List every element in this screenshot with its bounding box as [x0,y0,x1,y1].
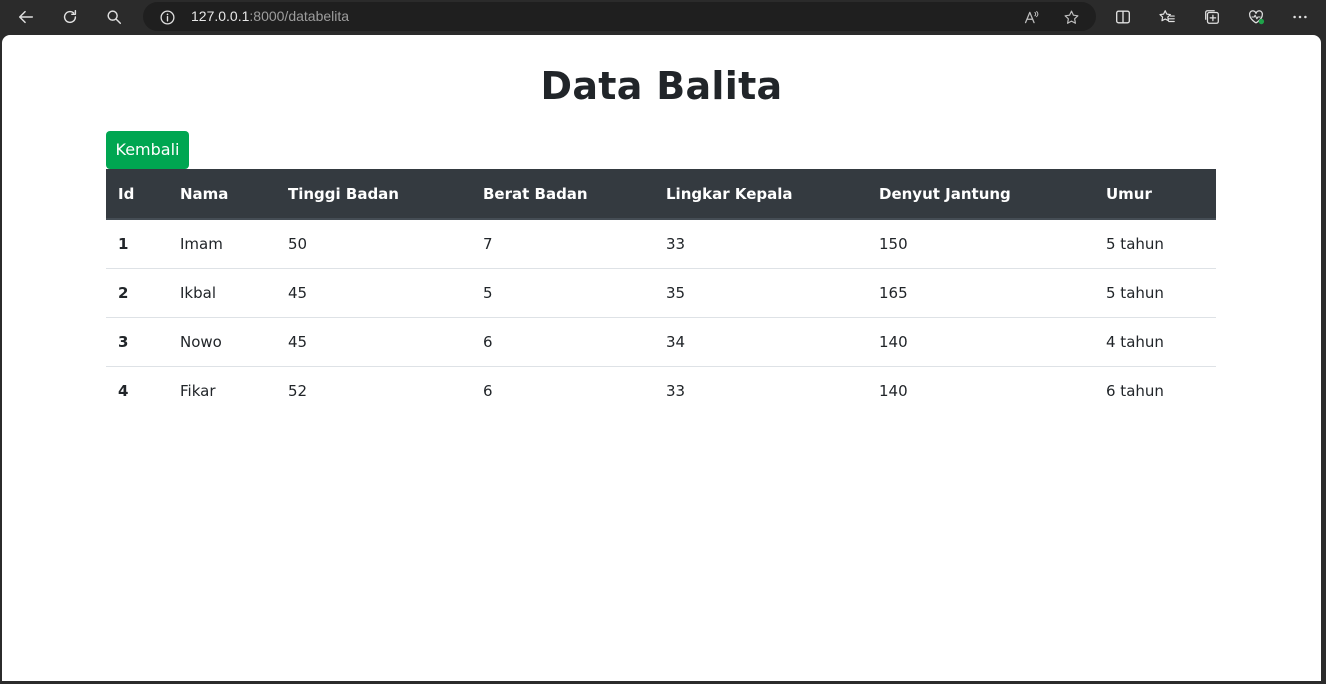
cell-denyut-jantung: 140 [867,317,1094,367]
cell-nama: Nowo [168,317,276,367]
back-button[interactable]: Kembali [106,131,189,169]
cell-denyut-jantung: 150 [867,219,1094,269]
favorite-star-icon[interactable] [1060,6,1082,28]
address-bar[interactable]: 127.0.0.1:8000/databelita [143,2,1096,31]
refresh-icon[interactable] [56,3,84,31]
cell-nama: Fikar [180,381,216,400]
cell-berat-badan: 5 [471,268,654,318]
header-denyut-jantung: Denyut Jantung [867,169,1094,220]
cell-lingkar-kepala: 35 [654,268,867,318]
browser-toolbar: 127.0.0.1:8000/databelita [0,0,1326,34]
cell-tinggi-badan: 52 [288,381,308,400]
header-berat-badan: Berat Badan [471,169,654,220]
cell-tinggi-badan: 45 [276,317,471,367]
cell-umur: 4 tahun [1094,317,1216,367]
back-arrow-icon[interactable] [12,3,40,31]
table-row: 3 Nowo 45 6 34 140 4 tahun [106,317,1216,367]
cell-id: 4 [118,381,129,400]
cell-denyut-jantung: 165 [867,268,1094,318]
cell-denyut-jantung: 140 [879,381,908,400]
cell-tinggi-badan: 45 [276,268,471,318]
url-host: 127.0.0.1 [191,8,250,24]
page-viewport: Data Balita Kembali Id Nama Tinggi Badan… [2,35,1321,681]
cell-tinggi-badan: 50 [276,219,471,269]
url-path: :8000/databelita [249,8,350,24]
table-row: 2 Ikbal 45 5 35 165 5 tahun [106,268,1216,318]
cell-nama: Ikbal [168,268,276,318]
header-tinggi-badan: Tinggi Badan [276,169,471,220]
header-umur: Umur [1094,169,1216,220]
split-screen-icon[interactable] [1109,3,1137,31]
cell-lingkar-kepala: 33 [654,219,867,269]
table-row: 1 Imam 50 7 33 150 5 tahun [106,219,1216,269]
cell-berat-badan: 6 [471,317,654,367]
cell-id: 2 [106,268,168,318]
data-table: Id Nama Tinggi Badan Berat Badan Lingkar… [106,169,1216,415]
cell-berat-badan: 7 [471,219,654,269]
header-id: Id [106,169,168,220]
table-row: 4 Fikar 52 6 33 140 6 tahun [106,366,1216,415]
header-nama: Nama [168,169,276,220]
cell-berat-badan: 6 [483,381,493,400]
read-aloud-icon[interactable] [1020,6,1042,28]
cell-umur: 5 tahun [1094,268,1216,318]
collections-icon[interactable] [1198,3,1226,31]
cell-id: 3 [106,317,168,367]
site-info-icon[interactable] [157,7,177,27]
cell-umur: 5 tahun [1094,219,1216,269]
browser-essentials-icon[interactable] [1242,3,1270,31]
url-text[interactable]: 127.0.0.1:8000/databelita [191,8,349,25]
cell-lingkar-kepala: 33 [666,381,686,400]
header-lingkar-kepala: Lingkar Kepala [654,169,867,220]
more-options-icon[interactable] [1286,3,1314,31]
cell-id: 1 [106,219,168,269]
cell-lingkar-kepala: 34 [654,317,867,367]
favorites-icon[interactable] [1153,3,1181,31]
cell-nama: Imam [168,219,276,269]
cell-umur: 6 tahun [1106,381,1164,400]
table-header-row: Id Nama Tinggi Badan Berat Badan Lingkar… [106,169,1216,220]
search-icon[interactable] [100,3,128,31]
page-title: Data Balita [540,64,783,108]
